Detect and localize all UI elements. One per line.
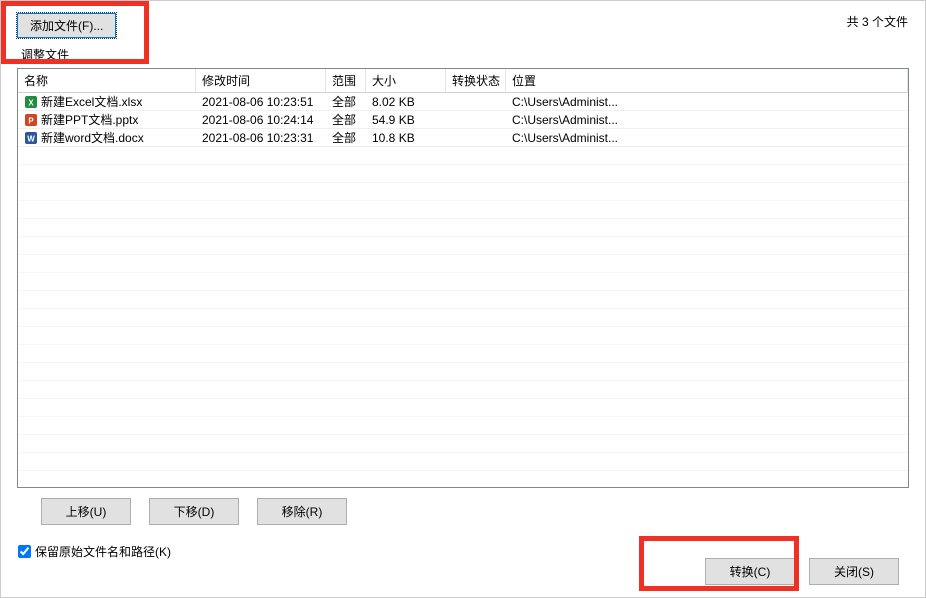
empty-row bbox=[18, 255, 908, 273]
empty-row bbox=[18, 165, 908, 183]
empty-row bbox=[18, 453, 908, 471]
remove-button[interactable]: 移除(R) bbox=[257, 498, 347, 525]
move-up-button[interactable]: 上移(U) bbox=[41, 498, 131, 525]
file-scope: 全部 bbox=[326, 128, 366, 147]
file-mtime: 2021-08-06 10:23:31 bbox=[196, 130, 326, 146]
file-name: 新建word文档.docx bbox=[41, 129, 144, 146]
excel-file-icon: X bbox=[24, 95, 38, 109]
dialog-window: 添加文件(F)... 共 3 个文件 调整文件 名称 修改时间 范围 大小 转换… bbox=[0, 0, 926, 598]
column-header-mtime[interactable]: 修改时间 bbox=[196, 68, 326, 93]
file-location: C:\Users\Administ... bbox=[506, 130, 908, 146]
file-count-label: 共 3 个文件 bbox=[847, 13, 913, 30]
empty-row bbox=[18, 327, 908, 345]
list-action-buttons: 上移(U) 下移(D) 移除(R) bbox=[1, 496, 925, 525]
empty-row bbox=[18, 291, 908, 309]
empty-row bbox=[18, 219, 908, 237]
ppt-file-icon: P bbox=[24, 113, 38, 127]
file-size: 10.8 KB bbox=[366, 130, 446, 146]
file-mtime: 2021-08-06 10:24:14 bbox=[196, 112, 326, 128]
close-button[interactable]: 关闭(S) bbox=[809, 558, 899, 585]
column-header-size[interactable]: 大小 bbox=[366, 68, 446, 93]
empty-row bbox=[18, 309, 908, 327]
file-mtime: 2021-08-06 10:23:51 bbox=[196, 94, 326, 110]
svg-text:X: X bbox=[28, 98, 34, 107]
empty-row bbox=[18, 273, 908, 291]
empty-row bbox=[18, 435, 908, 453]
file-status bbox=[446, 119, 506, 121]
word-file-icon: W bbox=[24, 131, 38, 145]
empty-row bbox=[18, 417, 908, 435]
file-location: C:\Users\Administ... bbox=[506, 94, 908, 110]
table-row[interactable]: W 新建word文档.docx 2021-08-06 10:23:31 全部 1… bbox=[18, 129, 908, 147]
adjust-files-label: 调整文件 bbox=[1, 38, 925, 66]
file-name: 新建PPT文档.pptx bbox=[41, 111, 138, 128]
empty-row bbox=[18, 237, 908, 255]
convert-button[interactable]: 转换(C) bbox=[705, 558, 795, 585]
empty-row bbox=[18, 345, 908, 363]
preserve-name-checkbox[interactable] bbox=[18, 545, 31, 558]
add-files-area: 添加文件(F)... bbox=[9, 9, 116, 38]
column-header-scope[interactable]: 范围 bbox=[326, 68, 366, 93]
svg-text:P: P bbox=[28, 116, 34, 125]
file-status bbox=[446, 101, 506, 103]
empty-row bbox=[18, 399, 908, 417]
table-body: X 新建Excel文档.xlsx 2021-08-06 10:23:51 全部 … bbox=[18, 93, 908, 488]
column-header-status[interactable]: 转换状态 bbox=[446, 68, 506, 93]
file-location: C:\Users\Administ... bbox=[506, 112, 908, 128]
file-size: 54.9 KB bbox=[366, 112, 446, 128]
file-scope: 全部 bbox=[326, 110, 366, 129]
column-header-location[interactable]: 位置 bbox=[506, 68, 908, 93]
table-header: 名称 修改时间 范围 大小 转换状态 位置 bbox=[18, 69, 908, 93]
file-table[interactable]: 名称 修改时间 范围 大小 转换状态 位置 X 新建Excel文档.xlsx 2… bbox=[17, 68, 909, 488]
file-size: 8.02 KB bbox=[366, 94, 446, 110]
preserve-name-checkbox-row: 保留原始文件名和路径(K) bbox=[1, 525, 925, 560]
empty-row bbox=[18, 201, 908, 219]
svg-text:W: W bbox=[27, 134, 35, 143]
move-down-button[interactable]: 下移(D) bbox=[149, 498, 239, 525]
empty-row bbox=[18, 381, 908, 399]
file-scope: 全部 bbox=[326, 92, 366, 111]
table-row[interactable]: P 新建PPT文档.pptx 2021-08-06 10:24:14 全部 54… bbox=[18, 111, 908, 129]
empty-row bbox=[18, 183, 908, 201]
preserve-name-label[interactable]: 保留原始文件名和路径(K) bbox=[35, 543, 171, 560]
column-header-name[interactable]: 名称 bbox=[18, 68, 196, 93]
empty-row bbox=[18, 147, 908, 165]
dialog-footer: 转换(C) 关闭(S) bbox=[705, 558, 899, 585]
add-files-button[interactable]: 添加文件(F)... bbox=[17, 13, 116, 38]
empty-row bbox=[18, 363, 908, 381]
table-row[interactable]: X 新建Excel文档.xlsx 2021-08-06 10:23:51 全部 … bbox=[18, 93, 908, 111]
header: 添加文件(F)... 共 3 个文件 bbox=[1, 1, 925, 38]
file-status bbox=[446, 137, 506, 139]
empty-row bbox=[18, 471, 908, 488]
file-name: 新建Excel文档.xlsx bbox=[41, 93, 142, 110]
